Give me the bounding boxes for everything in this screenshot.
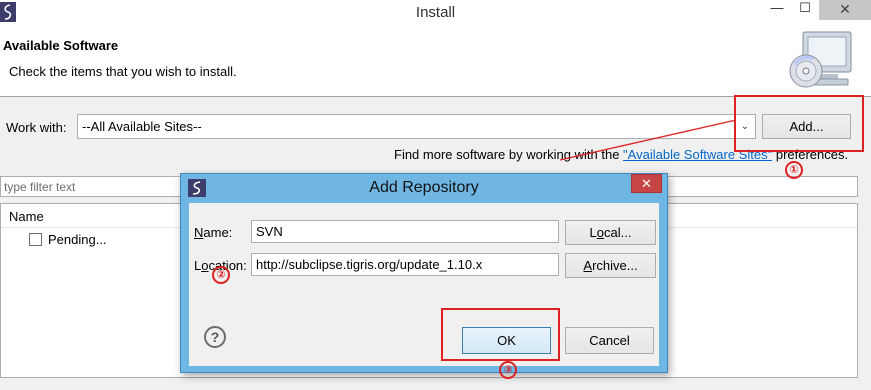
window-title: Install [415,4,456,21]
local-label-rest: cal... [604,225,632,240]
help-icon[interactable]: ? [204,326,226,348]
close-button[interactable]: ✕ [819,0,871,20]
minimize-button[interactable]: — [764,0,790,20]
name-label-rest: ame: [203,225,233,240]
title-bar: Install — ☐ ✕ [0,0,871,26]
step-2-marker: ② [212,266,230,284]
dialog-body: Name: SVN Local... Location: http://subc… [189,203,659,366]
find-more-prefix: Find more software by working with the [394,147,624,162]
page-title: Available Software [3,38,119,53]
work-with-label: Work with: [6,120,67,135]
install-computer-cd-icon [789,31,852,88]
name-field[interactable]: SVN [251,220,559,243]
filter-placeholder: type filter text [4,180,76,194]
local-label-mnemonic: o [596,225,604,240]
dialog-title: Add Repository [369,179,479,196]
archive-label-mnemonic: A [583,258,593,273]
step-3-marker: ③ [499,361,517,379]
local-label-prefix: L [589,225,597,240]
archive-label-rest: rchive... [592,258,638,273]
page-description: Check the items that you wish to install… [9,64,237,79]
maximize-button[interactable]: ☐ [792,0,818,20]
step-1-marker: ① [785,161,803,179]
name-label-mnemonic: N [194,225,204,240]
local-button[interactable]: Local... [565,220,656,245]
dialog-title-bar: Add Repository ✕ [181,174,667,201]
column-header-name[interactable]: Name [9,209,44,224]
name-label: Name: [194,225,232,240]
work-with-combo[interactable]: --All Available Sites-- ⌄ [77,114,756,139]
work-with-value: --All Available Sites-- [82,119,202,134]
location-field[interactable]: http://subclipse.tigris.org/update_1.10.… [251,253,559,276]
dialog-close-button[interactable]: ✕ [631,174,662,193]
cancel-button[interactable]: Cancel [565,327,654,354]
name-field-value: SVN [256,224,283,239]
add-repository-dialog: Add Repository ✕ Name: SVN Local... Loca… [180,173,668,373]
archive-button[interactable]: Archive... [565,253,656,278]
pending-label: Pending... [48,232,107,247]
pending-checkbox[interactable] [29,233,42,246]
annotation-box-ok [441,308,560,361]
wizard-header: Available Software Check the items that … [0,26,871,97]
location-field-value: http://subclipse.tigris.org/update_1.10.… [256,257,483,272]
annotation-box-add [734,95,864,152]
